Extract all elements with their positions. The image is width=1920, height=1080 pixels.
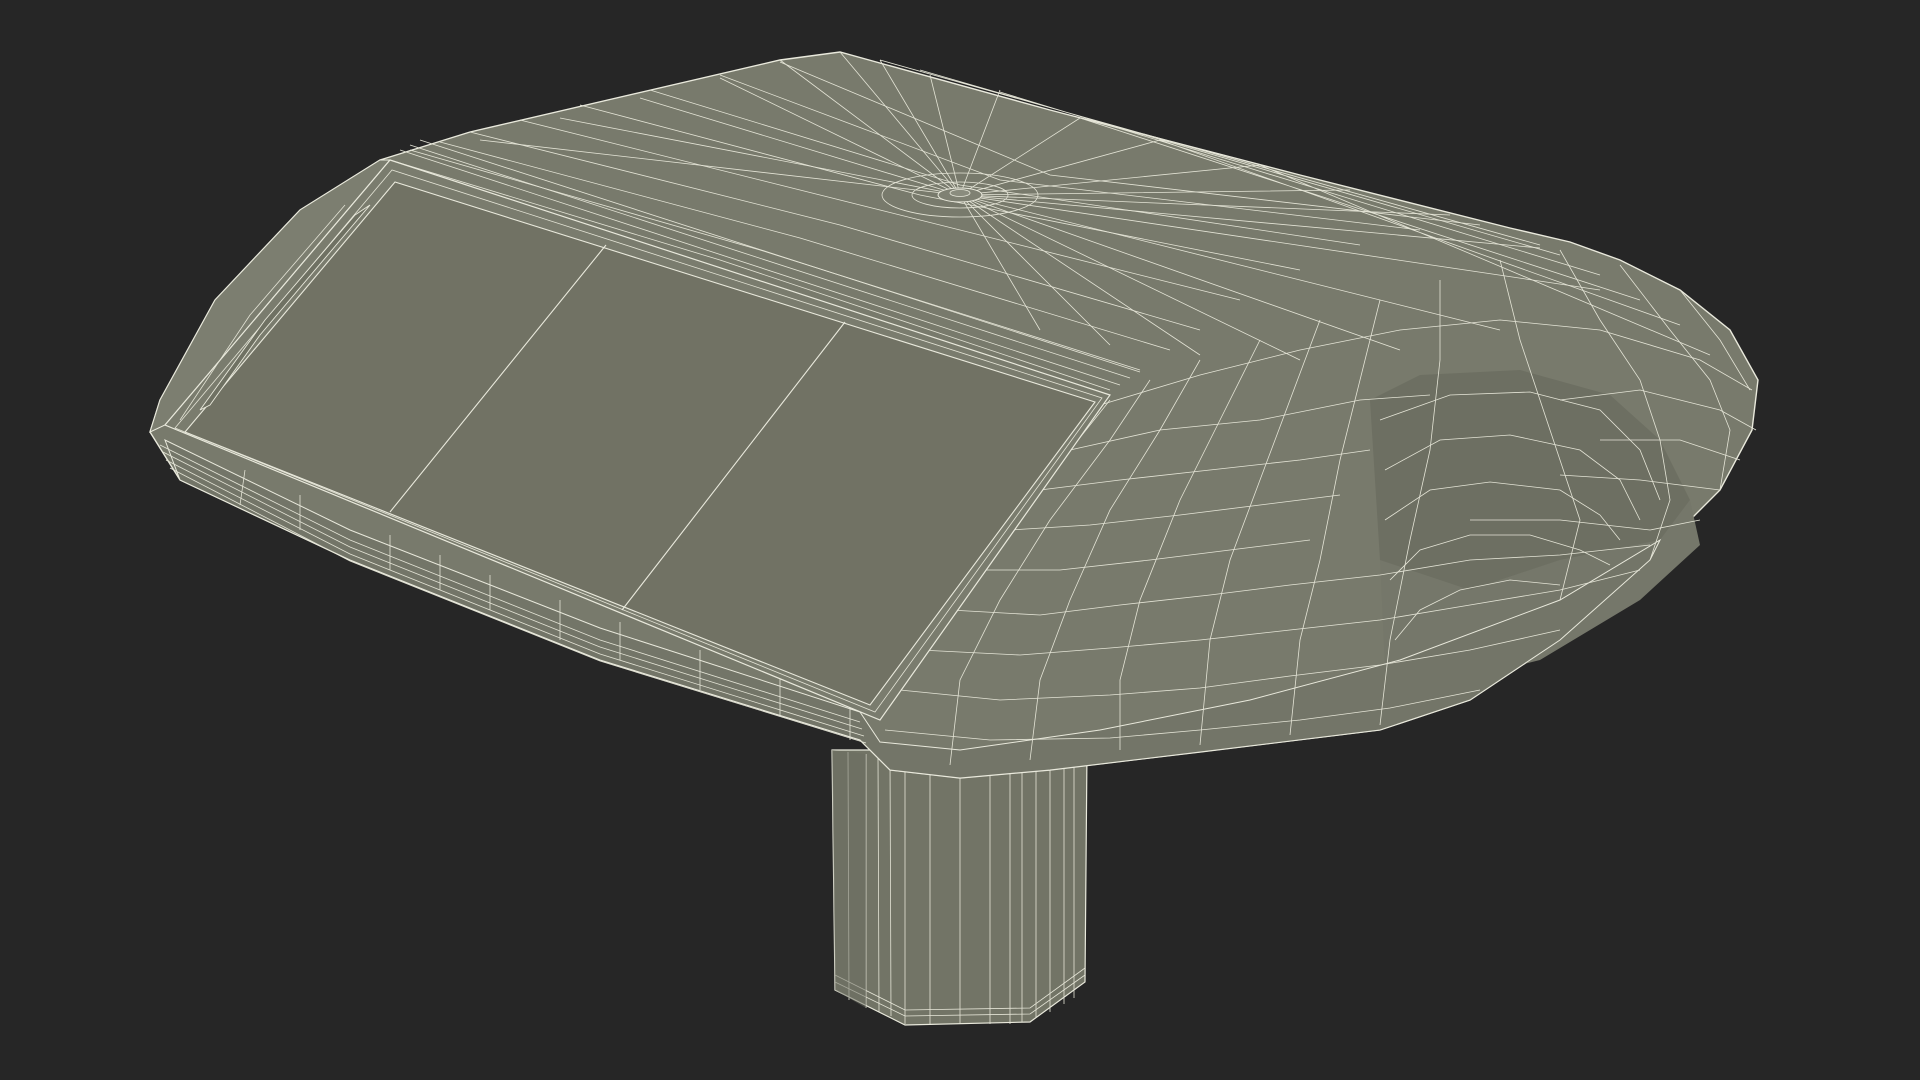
- wireframe-render: [149, 51, 1759, 1026]
- mounting-stem: [831, 749, 1088, 1026]
- viewport-3d: [0, 0, 1920, 1080]
